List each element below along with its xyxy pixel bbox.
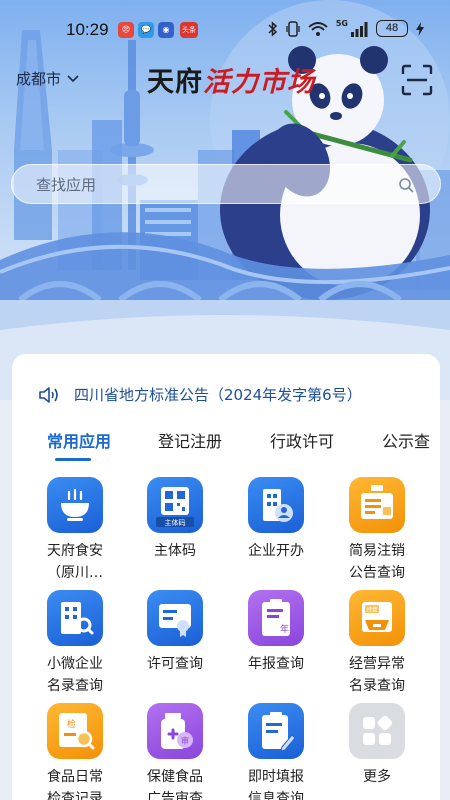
bluetooth-icon: [268, 20, 277, 37]
app-food-inspection-records[interactable]: 检 食品日常 检查记录: [25, 703, 125, 800]
app-label: 年报查询: [248, 656, 304, 672]
vibrate-icon: [286, 20, 300, 37]
more-grid-icon: [349, 703, 405, 759]
app-license-query[interactable]: 许可查询: [125, 590, 225, 675]
app-notification-icon: ◉: [158, 22, 174, 38]
weibo-notification-icon: 😠: [118, 22, 134, 38]
message-notification-icon: 💬: [138, 22, 154, 38]
app-label: 经营异常 名录查询: [349, 656, 405, 694]
announcement-text: 四川省地方标准公告（2024年发字第6号）: [74, 386, 362, 404]
annual-report-icon-text: 年: [280, 623, 289, 635]
network-type-label: 5G: [335, 18, 348, 28]
tab-registration[interactable]: 登记注册: [158, 428, 222, 452]
app-label: 企业开办: [248, 543, 304, 559]
category-tabs: 常用应用 登记注册 行政许可 公示查: [0, 428, 450, 458]
search-input[interactable]: [36, 165, 396, 205]
search-bar[interactable]: [11, 164, 441, 205]
clipboard-edit-icon: [248, 703, 304, 759]
charging-icon: [416, 21, 424, 36]
search-icon[interactable]: [398, 177, 414, 193]
inspection-icon-text: 检: [67, 718, 76, 730]
app-label: 食品日常 检查记录: [47, 769, 103, 800]
app-label: 天府食安 （原川…: [47, 543, 103, 581]
city-selector[interactable]: 成都市: [16, 68, 79, 89]
app-health-food-ad-review[interactable]: 审 保健食品 广告审查: [125, 703, 225, 800]
tab-administrative-license[interactable]: 行政许可: [270, 428, 334, 452]
app-simple-deregistration[interactable]: 简易注销 公告查询: [327, 477, 427, 584]
food-bowl-icon: [47, 477, 103, 533]
wifi-icon: [308, 21, 328, 36]
tab-public-disclosure[interactable]: 公示查: [382, 428, 430, 452]
signal-icon: [351, 21, 368, 37]
qr-code-icon-text: 主体码: [165, 518, 186, 527]
battery-indicator: 48: [376, 20, 408, 37]
app-label: 更多: [363, 769, 391, 785]
app-label: 主体码: [154, 543, 196, 559]
business-box-icon: 经营: [349, 590, 405, 646]
business-box-icon-text: 经营: [366, 606, 378, 614]
status-indicators: 5G 48: [268, 18, 424, 37]
app-entity-code[interactable]: 主体码 主体码: [125, 477, 225, 562]
app-label: 许可查询: [147, 656, 203, 672]
tab-common-apps[interactable]: 常用应用: [47, 428, 111, 452]
app-more[interactable]: 更多: [327, 703, 427, 788]
app-business-startup[interactable]: 企业开办: [226, 477, 326, 562]
building-person-icon: [248, 477, 304, 533]
qr-code-icon: 主体码: [147, 477, 203, 533]
building-search-icon: [47, 590, 103, 646]
logo-text-black: 天府: [147, 67, 203, 98]
medicine-review-icon: 审: [147, 703, 203, 759]
certificate-icon: [147, 590, 203, 646]
annual-report-icon: 年: [248, 590, 304, 646]
app-abnormal-operation-directory[interactable]: 经营 经营异常 名录查询: [327, 590, 427, 697]
app-annual-report-query[interactable]: 年 年报查询: [226, 590, 326, 675]
app-label: 即时填报 信息查询: [248, 769, 304, 800]
toutiao-notification-icon: 头条: [180, 22, 198, 38]
app-label: 简易注销 公告查询: [349, 543, 405, 581]
medicine-review-icon-text: 审: [181, 736, 189, 746]
inspection-search-icon: 检: [47, 703, 103, 759]
logo-text-red: 活力市场: [203, 67, 315, 98]
app-label: 保健食品 广告审查: [147, 769, 203, 800]
app-logo-title: 天府活力市场: [147, 60, 315, 99]
scan-icon[interactable]: [401, 64, 433, 96]
chevron-down-icon: [67, 74, 79, 82]
announcement-bar[interactable]: 四川省地方标准公告（2024年发字第6号）: [38, 384, 362, 405]
status-time: 10:29: [66, 20, 109, 39]
app-small-enterprise-directory[interactable]: 小微企业 名录查询: [25, 590, 125, 697]
signboard-icon: [349, 477, 405, 533]
speaker-icon: [39, 386, 58, 403]
status-bar: 10:29 😠 💬 ◉ 头条 5G 48: [0, 0, 450, 56]
active-tab-indicator: [55, 458, 91, 461]
app-label: 小微企业 名录查询: [47, 656, 103, 694]
app-tianfu-food-safety[interactable]: 天府食安 （原川…: [25, 477, 125, 584]
app-instant-report-query[interactable]: 即时填报 信息查询: [226, 703, 326, 800]
city-label: 成都市: [16, 70, 62, 88]
